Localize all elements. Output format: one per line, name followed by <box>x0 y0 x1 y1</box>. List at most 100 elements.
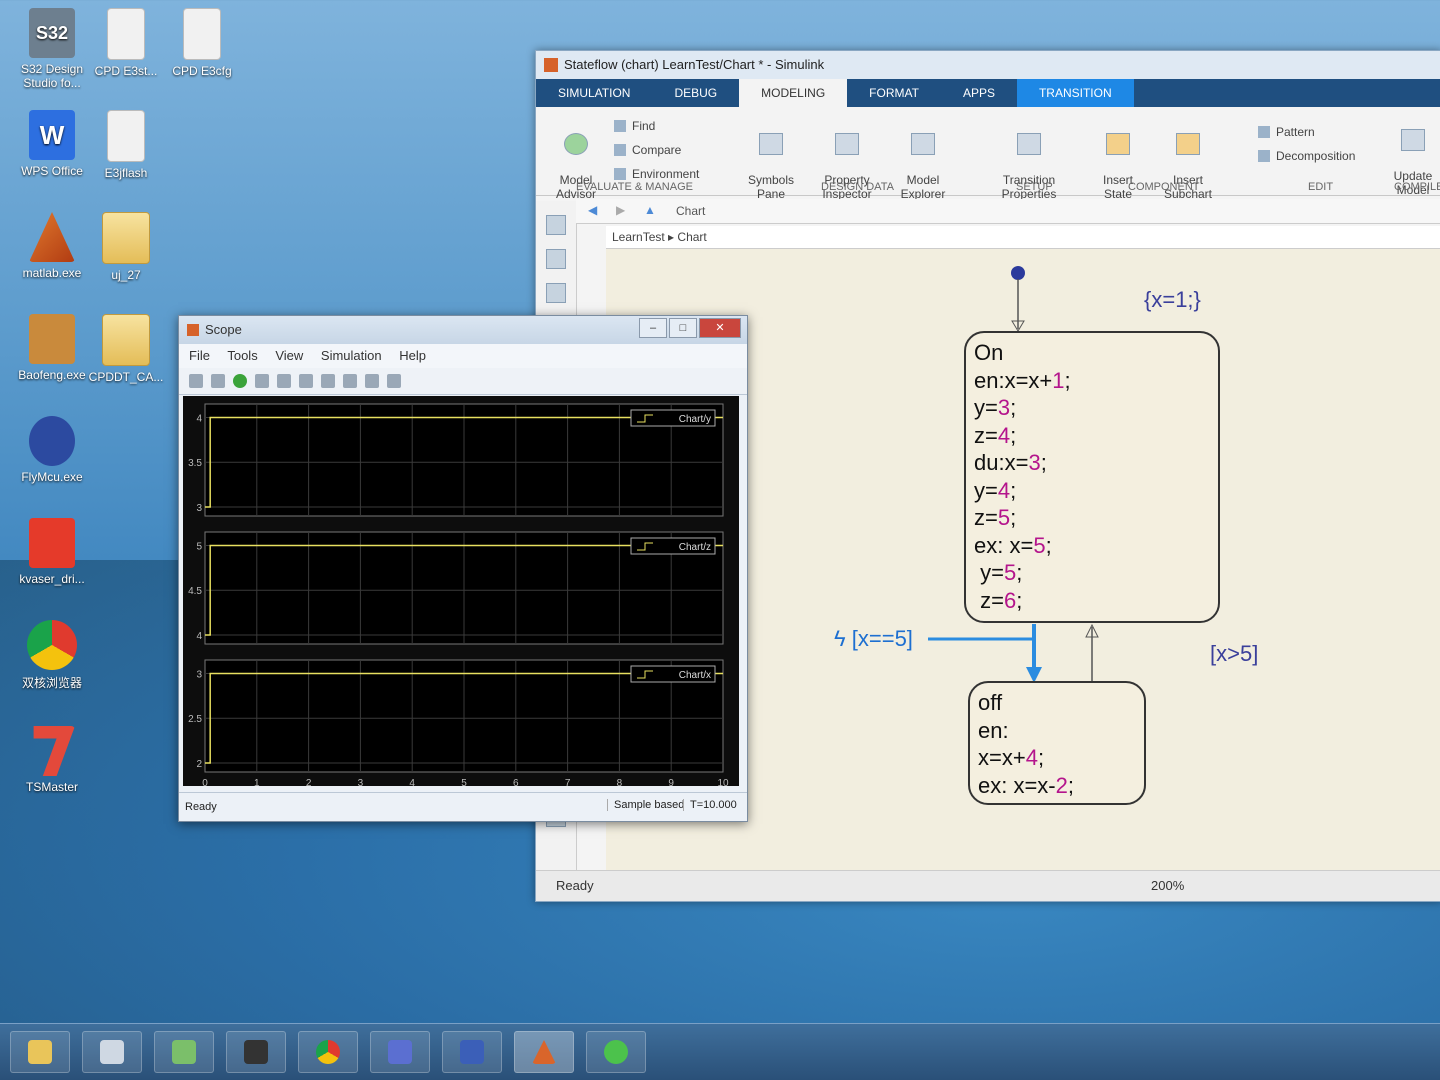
desktop-icon-e3jflash[interactable]: E3jflash <box>86 110 166 180</box>
compare-button[interactable]: Compare <box>614 143 681 157</box>
x-tick-label: 1 <box>254 778 260 786</box>
transition-label[interactable]: [x>5] <box>1210 641 1258 667</box>
taskbar-item-file-manager[interactable] <box>10 1031 70 1073</box>
autoscale-icon[interactable] <box>343 374 357 388</box>
tsmaster-icon <box>33 726 75 776</box>
hide-pane-icon[interactable] <box>546 215 566 235</box>
x-tick-label: 9 <box>668 778 674 786</box>
action-line: z=6; <box>974 587 1023 613</box>
model-explorer-label: Model Explorer <box>900 173 946 201</box>
breadcrumb-item[interactable]: LearnTest <box>612 230 665 244</box>
window-titlebar[interactable]: Scope – □ ✕ <box>179 316 747 344</box>
desktop-icon-flymcu[interactable]: FlyMcu.exe <box>12 416 92 484</box>
checkmark-icon <box>564 133 588 155</box>
forward-icon[interactable]: ▶ <box>616 203 625 217</box>
find-button[interactable]: Find <box>614 119 655 133</box>
wechat-icon <box>604 1040 628 1064</box>
desktop-icon-s32[interactable]: S32 S32 Design Studio fo... <box>12 8 92 90</box>
desktop-icon-label: CPDDT_CA... <box>88 370 164 384</box>
y-tick-label: 3.5 <box>188 458 202 469</box>
window-title: Stateflow (chart) LearnTest/Chart * - Si… <box>564 57 825 72</box>
legend-label: Chart/z <box>679 542 711 553</box>
close-button[interactable]: ✕ <box>699 318 741 338</box>
zoom-icon[interactable] <box>546 249 566 269</box>
menu-help[interactable]: Help <box>399 348 426 363</box>
tab-format[interactable]: FORMAT <box>847 79 941 107</box>
simulink-icon <box>544 58 558 72</box>
stop-icon[interactable] <box>277 374 291 388</box>
menu-file[interactable]: File <box>189 348 210 363</box>
chevron-right-icon: ▸ <box>668 230 678 244</box>
desktop-icon-cpd-e3cfg[interactable]: CPD E3cfg <box>162 8 242 78</box>
state-off[interactable]: off en: x=x+4; ex: x=x-2; <box>968 681 1146 805</box>
media-icon <box>244 1040 268 1064</box>
highlight-icon[interactable] <box>299 374 313 388</box>
minimize-button[interactable]: – <box>639 318 667 338</box>
wps-icon: W <box>29 110 75 160</box>
taskbar-item-browser[interactable] <box>298 1031 358 1073</box>
y-tick-label: 3 <box>196 503 202 514</box>
navigation-bar: ◀ ▶ ▲ Chart <box>576 199 1440 224</box>
group-label: SETUP <box>1016 181 1053 193</box>
desktop-icon-cpddt[interactable]: CPDDT_CA... <box>86 314 166 384</box>
desktop-icon-browser[interactable]: 双核浏览器 <box>12 620 92 691</box>
desktop-icon-wps[interactable]: W WPS Office <box>12 110 92 178</box>
taskbar-item-matlab[interactable] <box>514 1031 574 1073</box>
file-manager-icon <box>28 1040 52 1064</box>
symbols-pane-button[interactable]: Symbols Pane <box>741 119 801 201</box>
taskbar-item-wechat[interactable] <box>586 1031 646 1073</box>
taskbar-item-vs[interactable] <box>442 1031 502 1073</box>
tab-modeling[interactable]: MODELING <box>739 79 848 107</box>
window-titlebar[interactable]: Stateflow (chart) LearnTest/Chart * - Si… <box>536 51 1440 79</box>
zoom-icon[interactable] <box>321 374 335 388</box>
property-icon <box>835 133 859 155</box>
edit-icon[interactable] <box>387 374 401 388</box>
pattern-button[interactable]: Pattern <box>1258 125 1315 139</box>
tab-apps[interactable]: APPS <box>941 79 1017 107</box>
menu-tools[interactable]: Tools <box>227 348 257 363</box>
transition-icon <box>1017 133 1041 155</box>
menu-bar: File Tools View Simulation Help <box>179 344 747 368</box>
decomposition-button[interactable]: Decomposition <box>1258 149 1355 163</box>
tab-simulation[interactable]: SIMULATION <box>536 79 652 107</box>
desktop-icon-uj27[interactable]: uj_27 <box>86 212 166 282</box>
desktop-icon-tsmaster[interactable]: TSMaster <box>12 726 92 794</box>
scope-window: Scope – □ ✕ File Tools View Simulation H… <box>178 315 748 822</box>
taskbar-item-vs[interactable] <box>370 1031 430 1073</box>
environment-button[interactable]: Environment <box>614 167 699 181</box>
run-icon[interactable] <box>233 374 247 388</box>
desktop-icon-baofeng[interactable]: Baofeng.exe <box>12 314 92 382</box>
y-tick-label: 4.5 <box>188 586 202 597</box>
y-tick-label: 4 <box>196 631 202 642</box>
step-forward-icon[interactable] <box>255 374 269 388</box>
trigger-icon[interactable] <box>365 374 379 388</box>
maximize-button[interactable]: □ <box>669 318 697 338</box>
desktop-icon-matlab[interactable]: matlab.exe <box>12 212 92 280</box>
model-explorer-button[interactable]: Model Explorer <box>891 119 955 201</box>
transition-label[interactable]: ϟ [x==5] <box>834 626 913 652</box>
taskbar-item-notepad[interactable] <box>82 1031 142 1073</box>
taskbar-item-media[interactable] <box>226 1031 286 1073</box>
menu-view[interactable]: View <box>275 348 303 363</box>
state-on[interactable]: On en:x=x+1; y=3; z=4; du:x=3; y=4; z=5; ex: x… <box>964 331 1220 623</box>
action-line: z=4; <box>974 422 1017 448</box>
y-tick-label: 5 <box>196 541 202 552</box>
step-back-icon[interactable] <box>211 374 225 388</box>
tab-transition[interactable]: TRANSITION <box>1016 79 1134 107</box>
desktop-icon-kvaser[interactable]: kvaser_dri... <box>12 518 92 586</box>
desktop-icon-label: kvaser_dri... <box>19 572 85 586</box>
tab-debug[interactable]: DEBUG <box>652 79 739 107</box>
fit-view-icon[interactable] <box>546 283 566 303</box>
desktop-icon-cpd-e3st[interactable]: CPD E3st... <box>86 8 166 78</box>
menu-simulation[interactable]: Simulation <box>321 348 382 363</box>
default-action-label[interactable]: {x=1;} <box>1144 287 1201 313</box>
back-icon[interactable]: ◀ <box>588 203 597 217</box>
taskbar <box>0 1023 1440 1080</box>
status-bar: Ready Sample based T=10.000 <box>179 792 747 821</box>
up-icon[interactable]: ▲ <box>644 203 656 217</box>
settings-icon[interactable] <box>189 374 203 388</box>
ribbon-tabs: SIMULATION DEBUG MODELING FORMAT APPS TR… <box>536 79 1440 107</box>
taskbar-item-notebook[interactable] <box>154 1031 214 1073</box>
breadcrumb-item[interactable]: Chart <box>677 230 706 244</box>
notebook-icon <box>172 1040 196 1064</box>
